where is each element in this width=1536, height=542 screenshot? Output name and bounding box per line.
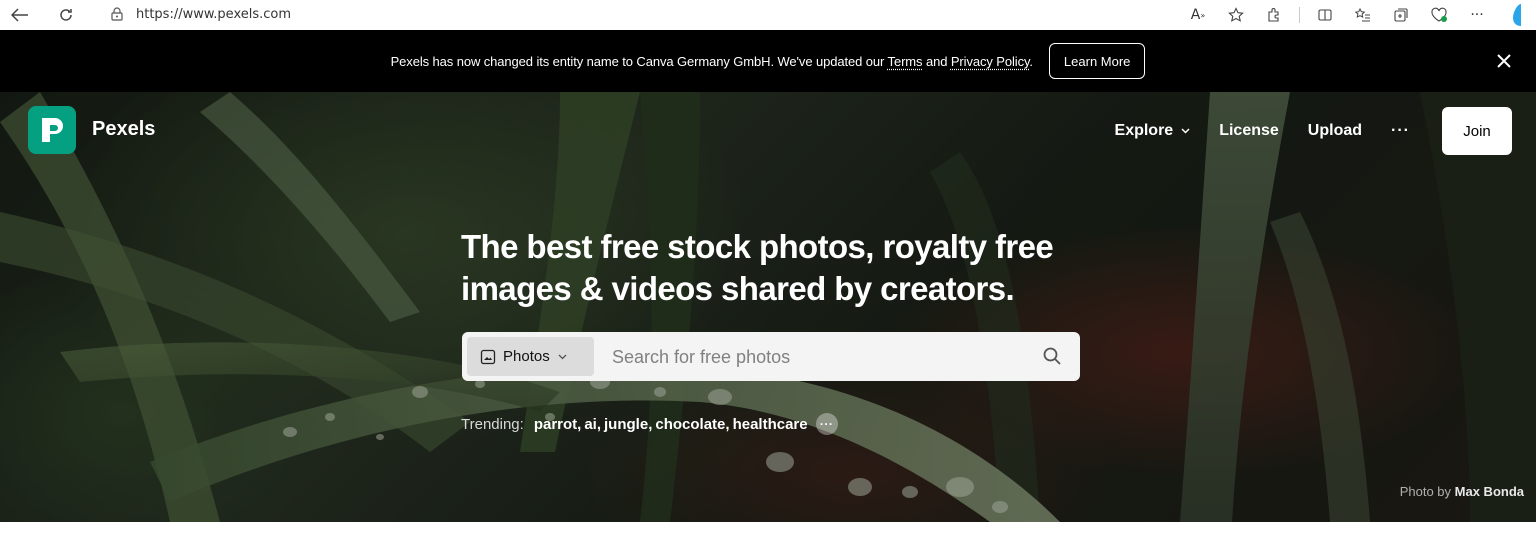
announcement-text-and: and	[922, 53, 951, 69]
copilot-icon[interactable]	[1502, 2, 1528, 28]
image-icon	[480, 349, 496, 364]
url-text: https://www.pexels.com	[136, 6, 292, 22]
extensions-icon[interactable]	[1261, 2, 1287, 28]
split-screen-icon[interactable]	[1312, 2, 1338, 28]
nav-explore[interactable]: Explore	[1115, 122, 1191, 140]
join-button[interactable]: Join	[1442, 107, 1512, 155]
trending-label: Trending:	[461, 415, 524, 433]
toolbar-separator	[1299, 7, 1300, 23]
chevron-down-icon	[558, 351, 567, 363]
close-icon[interactable]	[1492, 49, 1516, 73]
search-type-dropdown[interactable]: Photos	[467, 337, 594, 376]
headline-line-2: images & videos shared by creators.	[461, 270, 1015, 307]
trending-tag[interactable]: healthcare	[733, 416, 808, 433]
search-input[interactable]	[612, 344, 1032, 370]
nav-license[interactable]: License	[1219, 122, 1279, 140]
address-bar[interactable]: https://www.pexels.com	[92, 1, 1212, 27]
trending-separator: ,	[725, 415, 730, 433]
credit-author-link[interactable]: Max Bonda	[1455, 484, 1524, 499]
trending-tag[interactable]: chocolate	[655, 416, 725, 433]
hero-headline: The best free stock photos, royalty free…	[461, 226, 1101, 310]
privacy-policy-link[interactable]: Privacy Policy	[951, 54, 1030, 69]
chevron-down-icon	[1181, 125, 1190, 137]
favorites-list-icon[interactable]	[1350, 2, 1376, 28]
announcement-text: Pexels has now changed its entity name t…	[391, 54, 1033, 69]
trending-tag[interactable]: jungle	[604, 416, 648, 433]
nav-upload[interactable]: Upload	[1308, 122, 1362, 140]
headline-line-1: The best free stock photos, royalty free	[461, 228, 1054, 265]
browser-actions: A» ···	[1185, 0, 1536, 30]
read-aloud-icon[interactable]: A»	[1185, 2, 1211, 28]
more-trending-icon[interactable]: ···	[815, 413, 838, 435]
credit-prefix: Photo by	[1399, 484, 1455, 499]
favorite-star-icon[interactable]	[1223, 2, 1249, 28]
pexels-logo-icon[interactable]	[28, 106, 76, 154]
top-navigation: Explore License Upload ··· Join	[1115, 107, 1512, 155]
learn-more-button[interactable]: Learn More	[1048, 43, 1146, 79]
trending-separator: ,	[648, 415, 653, 433]
collections-icon[interactable]	[1388, 2, 1414, 28]
refresh-icon[interactable]	[52, 2, 80, 28]
lock-icon	[111, 7, 123, 21]
more-options-icon[interactable]: ···	[1391, 122, 1410, 140]
settings-more-icon[interactable]: ···	[1464, 2, 1490, 28]
trending-searches: Trending: parrot, ai, jungle, chocolate,…	[461, 413, 838, 435]
browser-toolbar: https://www.pexels.com A» ···	[0, 0, 1536, 30]
logo-text[interactable]: Pexels	[92, 118, 155, 141]
trending-tag[interactable]: parrot	[534, 416, 577, 433]
hero-section: Pexels Explore License Upload ··· Join T…	[0, 92, 1536, 522]
photo-credit: Photo by Max Bonda	[1400, 484, 1524, 499]
terms-link[interactable]: Terms	[888, 54, 923, 69]
back-icon[interactable]	[6, 2, 34, 28]
search-type-label: Photos	[503, 348, 550, 365]
trending-separator: ,	[577, 415, 582, 433]
nav-explore-label: Explore	[1114, 122, 1174, 139]
search-icon[interactable]	[1042, 346, 1062, 366]
announcement-text-after: .	[1029, 53, 1033, 69]
announcement-bar: Pexels has now changed its entity name t…	[0, 30, 1536, 92]
browser-essentials-icon[interactable]	[1426, 2, 1452, 28]
announcement-text-before: Pexels has now changed its entity name t…	[390, 53, 888, 69]
trending-tag[interactable]: ai	[584, 416, 597, 433]
search-bar: Photos	[462, 332, 1080, 381]
trending-separator: ,	[596, 415, 602, 433]
